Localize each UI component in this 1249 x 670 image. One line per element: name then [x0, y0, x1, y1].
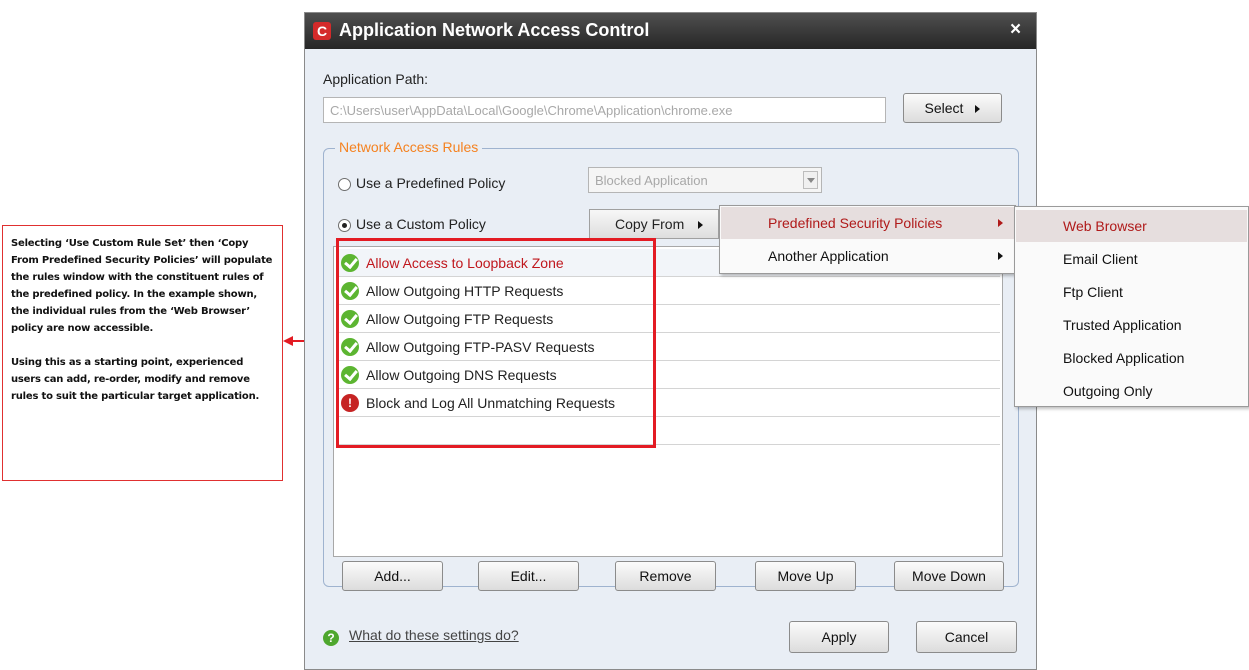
dialog-title: Application Network Access Control: [339, 20, 650, 40]
menu-item-outgoing-only[interactable]: Outgoing Only: [1016, 375, 1247, 405]
menu-item-label: Outgoing Only: [1063, 383, 1153, 399]
menu-item-email-client[interactable]: Email Client: [1016, 243, 1247, 275]
comodo-logo-icon: C: [313, 22, 331, 40]
move-up-button[interactable]: Move Up: [755, 561, 856, 591]
triangle-right-icon: [998, 252, 1003, 260]
cancel-button[interactable]: Cancel: [916, 621, 1017, 653]
triangle-right-icon: [975, 105, 981, 114]
move-down-button[interactable]: Move Down: [894, 561, 1004, 591]
menu-item-another-application[interactable]: Another Application: [721, 240, 1014, 272]
predefined-policy-radio[interactable]: [338, 178, 351, 191]
menu-item-label: Trusted Application: [1063, 317, 1182, 333]
help-icon[interactable]: ?: [323, 630, 339, 646]
policies-menu: Web Browser Email Client Ftp Client Trus…: [1014, 206, 1249, 407]
allow-check-icon: [341, 310, 359, 328]
allow-check-icon: [341, 282, 359, 300]
rule-label: Allow Outgoing DNS Requests: [366, 367, 557, 383]
custom-policy-radio[interactable]: [338, 219, 351, 232]
menu-item-blocked-application[interactable]: Blocked Application: [1016, 342, 1247, 374]
menu-item-label: Another Application: [768, 248, 889, 264]
title-bar: C Application Network Access Control ×: [305, 13, 1036, 49]
rule-row[interactable]: Allow Outgoing DNS Requests: [336, 361, 1000, 389]
rule-label: Allow Access to Loopback Zone: [366, 255, 564, 271]
apply-button[interactable]: Apply: [789, 621, 889, 653]
menu-item-label: Predefined Security Policies: [768, 215, 943, 231]
predefined-policy-value: Blocked Application: [595, 173, 708, 188]
annotation-paragraph-1: Selecting ‘Use Custom Rule Set’ then ‘Co…: [11, 238, 273, 334]
block-icon: !: [341, 394, 359, 412]
triangle-right-icon: [698, 221, 704, 230]
rule-row[interactable]: Allow Outgoing HTTP Requests: [336, 277, 1000, 305]
select-button[interactable]: Select: [903, 93, 1002, 123]
allow-check-icon: [341, 254, 359, 272]
menu-item-web-browser[interactable]: Web Browser: [1016, 210, 1247, 242]
allow-check-icon: [341, 338, 359, 356]
rule-label: Block and Log All Unmatching Requests: [366, 395, 616, 411]
select-button-label: Select: [924, 100, 964, 116]
dropdown-arrow-icon[interactable]: [803, 171, 818, 189]
rule-row[interactable]: Allow Outgoing FTP-PASV Requests: [336, 333, 1000, 361]
menu-item-label: Ftp Client: [1063, 284, 1123, 300]
predefined-policy-dropdown[interactable]: Blocked Application: [588, 167, 822, 193]
add-button[interactable]: Add...: [342, 561, 443, 591]
menu-item-label: Email Client: [1063, 251, 1138, 267]
menu-item-trusted-application[interactable]: Trusted Application: [1016, 309, 1247, 341]
annotation-callout: Selecting ‘Use Custom Rule Set’ then ‘Co…: [2, 225, 283, 481]
triangle-right-icon: [998, 219, 1003, 227]
copy-from-menu: Predefined Security Policies Another App…: [719, 205, 1016, 274]
custom-policy-label[interactable]: Use a Custom Policy: [356, 216, 486, 232]
rule-row[interactable]: ! Block and Log All Unmatching Requests: [336, 389, 1000, 417]
menu-item-ftp-client[interactable]: Ftp Client: [1016, 276, 1247, 308]
edit-button[interactable]: Edit...: [478, 561, 579, 591]
menu-item-predefined-security-policies[interactable]: Predefined Security Policies: [721, 207, 1014, 239]
empty-row: [336, 417, 1000, 445]
rule-row[interactable]: Allow Outgoing FTP Requests: [336, 305, 1000, 333]
network-access-dialog: C Application Network Access Control × A…: [304, 12, 1037, 670]
annotation-paragraph-2: Using this as a starting point, experien…: [11, 357, 260, 402]
predefined-policy-label[interactable]: Use a Predefined Policy: [356, 175, 505, 191]
close-icon[interactable]: ×: [1010, 19, 1021, 41]
rule-label: Allow Outgoing HTTP Requests: [366, 283, 564, 299]
application-path-label: Application Path:: [323, 71, 429, 87]
help-link[interactable]: What do these settings do?: [349, 627, 519, 643]
menu-item-label: Web Browser: [1063, 218, 1147, 234]
copy-from-button[interactable]: Copy From: [589, 209, 719, 239]
menu-item-label: Blocked Application: [1063, 350, 1185, 366]
allow-check-icon: [341, 366, 359, 384]
rule-label: Allow Outgoing FTP-PASV Requests: [366, 339, 595, 355]
copy-from-label: Copy From: [615, 216, 685, 232]
rule-label: Allow Outgoing FTP Requests: [366, 311, 554, 327]
application-path-field[interactable]: C:\Users\user\AppData\Local\Google\Chrom…: [323, 97, 886, 123]
remove-button[interactable]: Remove: [615, 561, 716, 591]
group-title: Network Access Rules: [335, 139, 483, 155]
rules-list[interactable]: Allow Access to Loopback Zone Allow Outg…: [333, 246, 1003, 557]
